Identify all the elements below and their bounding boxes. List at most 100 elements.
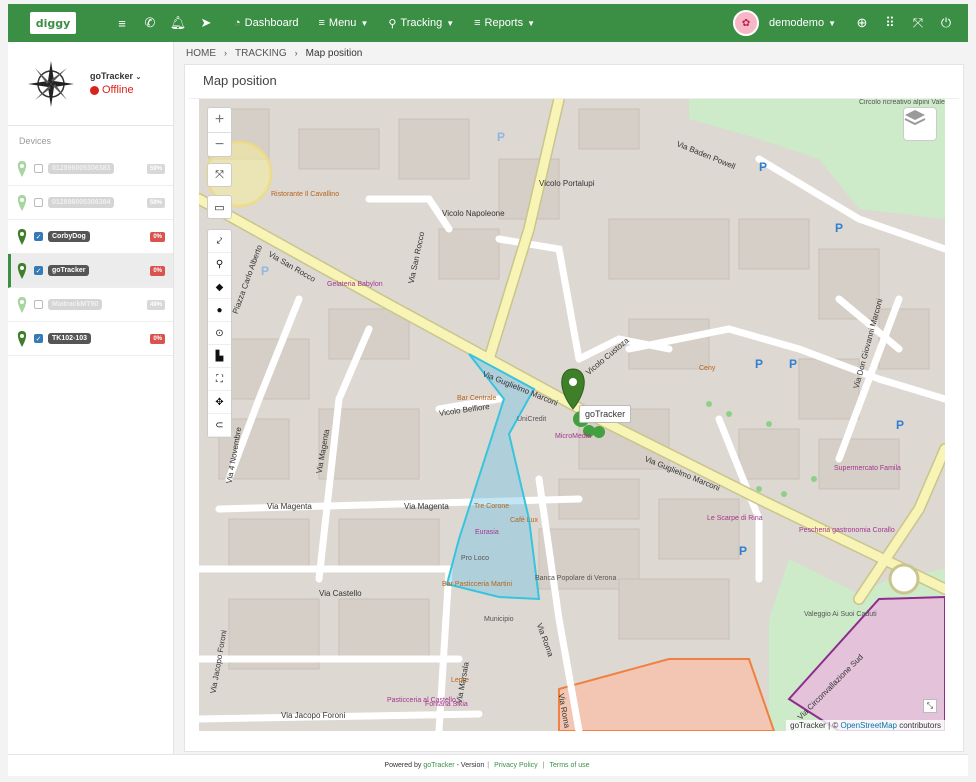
top-navbar: diggy ≡ ✆ 🔔︎ ➤ ◔ Dashboard ≡ Menu ▼ ⚲ Tracki…	[8, 4, 968, 42]
breadcrumb-tracking[interactable]: TRACKING	[235, 48, 287, 59]
layers-icon	[904, 110, 926, 126]
resize-icon[interactable]: ⤡	[923, 699, 937, 713]
nav-menu[interactable]: ≡ Menu ▼	[312, 17, 374, 29]
menu-toggle-icon[interactable]: ≡	[108, 16, 136, 31]
device-checkbox[interactable]: ✓	[34, 266, 43, 275]
device-checkbox[interactable]	[34, 164, 43, 173]
poi-label[interactable]: Municipio	[484, 616, 514, 623]
svg-text:P: P	[789, 357, 797, 371]
terms-link[interactable]: Terms of use	[550, 762, 590, 769]
caret-down-icon: ▼	[527, 18, 535, 28]
dashboard-icon: ◔	[234, 17, 241, 29]
grid-icon[interactable]: ⠿	[876, 15, 904, 31]
tracker-tooltip: goTracker	[579, 405, 632, 423]
poi-label[interactable]: UniCredit	[517, 416, 546, 423]
crosshair-icon[interactable]: ⊙	[208, 322, 231, 345]
device-row[interactable]: ✓ goTracker 0%	[8, 254, 173, 288]
poi-label[interactable]: Le Scarpe di Rina	[707, 515, 763, 522]
device-row[interactable]: 012896005306383 59%	[8, 152, 173, 186]
fullscreen-button[interactable]: ⤧	[207, 163, 232, 187]
svg-text:P: P	[755, 357, 763, 371]
device-checkbox[interactable]	[34, 300, 43, 309]
power-icon[interactable]: ⏻	[932, 15, 960, 31]
ruler-button[interactable]: ▭	[207, 195, 232, 219]
poi-label[interactable]: Bar Centrale	[457, 395, 496, 402]
breadcrumb-home[interactable]: HOME	[186, 48, 216, 59]
poi-label[interactable]: Valeggio Ai Suoi Caduti	[804, 611, 877, 618]
caret-down-icon: ▼	[360, 18, 369, 28]
tag-icon[interactable]: ◆	[208, 276, 231, 299]
route-icon[interactable]: ⤦	[208, 230, 231, 253]
device-checkbox[interactable]: ✓	[34, 334, 43, 343]
user-menu[interactable]: ✿ demodemo ▼	[733, 10, 836, 36]
caret-down-icon: ▼	[828, 18, 836, 28]
map-pin-icon	[17, 228, 27, 245]
device-checkbox[interactable]	[34, 198, 43, 207]
device-checkbox[interactable]: ✓	[34, 232, 43, 241]
poi-label[interactable]: Eurasia	[475, 529, 499, 536]
phone-icon[interactable]: ✆	[136, 15, 164, 31]
poi-label[interactable]: Supermercato Famila	[834, 465, 901, 472]
poi-label[interactable]: Tre Corone	[474, 503, 509, 510]
app-logo[interactable]: diggy	[30, 12, 76, 34]
zoom-out-button[interactable]: −	[208, 132, 231, 156]
poi-label[interactable]: Pescheria gastronomia Corallo	[799, 527, 895, 534]
battery-badge: 59%	[146, 197, 165, 208]
expand-icon[interactable]: ⤧	[904, 15, 932, 31]
osm-link[interactable]: OpenStreetMap	[840, 721, 896, 730]
footer-app-link[interactable]: goTracker	[423, 762, 454, 769]
poi-label[interactable]: Banca Popolare di Verona	[535, 575, 616, 582]
poi-label[interactable]: Café Lux	[510, 517, 538, 524]
device-row[interactable]: 012896005306384 59%	[8, 186, 173, 220]
poi-label[interactable]: Lepre	[451, 677, 469, 684]
marker-icon[interactable]: ⚲	[208, 253, 231, 276]
map-pin-icon	[17, 160, 27, 177]
device-label: CorbyDog	[48, 231, 90, 242]
privacy-link[interactable]: Privacy Policy	[494, 762, 538, 769]
poi-label[interactable]: Circolo ricreativo alpini Valeggio	[859, 99, 945, 106]
poi-label[interactable]: Pro Loco	[461, 555, 489, 562]
nav-tracking-label: Tracking	[400, 17, 443, 29]
circle-marker-icon[interactable]: ●	[208, 299, 231, 322]
page-title: Map position	[189, 65, 959, 99]
layers-button[interactable]	[903, 107, 937, 141]
logo-text: diggy	[35, 16, 71, 30]
map-marker-icon: ⚲	[388, 17, 397, 30]
send-icon[interactable]: ➤	[192, 15, 220, 31]
zoom-in-button[interactable]: +	[208, 108, 231, 132]
battery-badge: 59%	[146, 163, 165, 174]
device-row[interactable]: MiatrackMT90 49%	[8, 288, 173, 322]
nav-menu-label: Menu	[328, 17, 357, 29]
devices-title: Devices	[19, 136, 52, 146]
poi-label[interactable]: Ceny	[699, 365, 715, 372]
magnet-icon[interactable]: ⊂	[208, 414, 231, 437]
footer-version: - Version	[456, 762, 485, 769]
move-icon[interactable]: ✥	[208, 391, 231, 414]
device-row[interactable]: ✓ TK102-103 0%	[8, 322, 173, 356]
bell-icon[interactable]: 🔔︎	[164, 15, 192, 31]
device-row[interactable]: ✓ CorbyDog 0%	[8, 220, 173, 254]
chevron-right-icon: ›	[294, 48, 298, 58]
poi-label[interactable]: Bar Pasticceria Martini	[442, 581, 512, 588]
footer-powered: Powered by	[384, 762, 422, 769]
select-area-icon[interactable]: ⛶	[208, 368, 231, 391]
nav-dashboard[interactable]: ◔ Dashboard	[228, 17, 304, 29]
building-icon[interactable]: ▙	[208, 345, 231, 368]
poi-label[interactable]: Fontana Sikia	[425, 701, 468, 708]
poi-label[interactable]: Gelateria Babylon	[327, 281, 383, 288]
tracker-select[interactable]: goTracker ⌄	[90, 71, 141, 81]
map-pin-icon	[17, 194, 27, 211]
crosshair-icon[interactable]: ⊕	[848, 15, 876, 31]
nav-tracking[interactable]: ⚲ Tracking ▼	[382, 17, 460, 30]
list-icon: ≡	[474, 17, 481, 29]
poi-label[interactable]: MicroMedia	[555, 433, 591, 440]
device-list: 012896005306383 59% 012896005306384 59% ✓ Cor…	[8, 152, 173, 356]
device-label: 012896005306384	[48, 197, 115, 208]
poi-label[interactable]: Ristorante Il Cavallino	[271, 191, 339, 198]
compass-icon	[26, 59, 76, 109]
attribution-sep: | ©	[825, 721, 841, 730]
map-panel: Map position P P P P P P P P Via San Roc…	[184, 64, 964, 752]
street-label: Via Castello	[319, 589, 362, 598]
nav-reports[interactable]: ≡ Reports ▼	[468, 17, 541, 29]
map-view[interactable]: P P P P P P P P Via San Rocco Vicolo Port…	[199, 99, 945, 731]
